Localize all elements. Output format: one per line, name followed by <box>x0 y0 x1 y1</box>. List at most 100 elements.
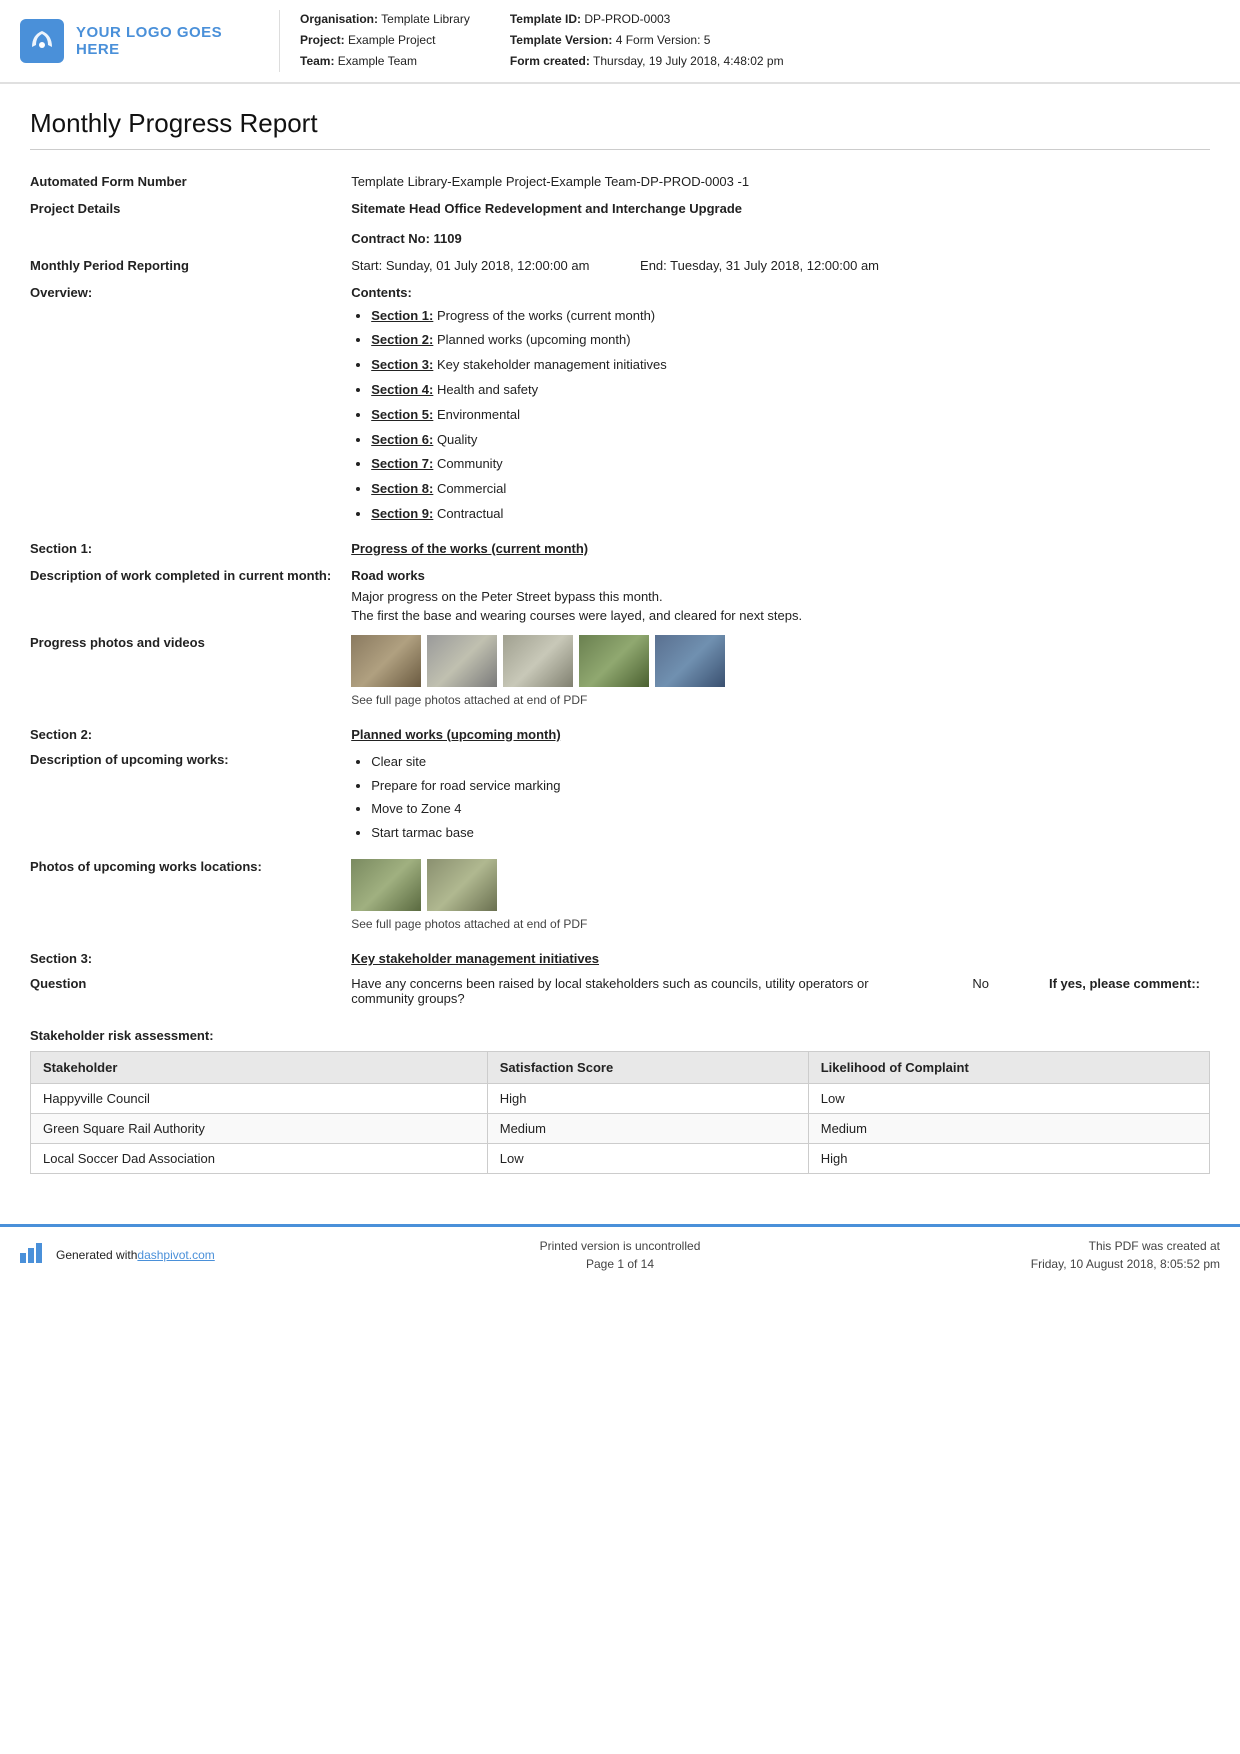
contents-item-9: Section 9: Contractual <box>371 504 1200 525</box>
template-id-label: Template ID: <box>510 12 581 26</box>
footer-left: Generated with dashpivot.com <box>20 1243 320 1266</box>
section6-link[interactable]: Section 6: <box>371 432 433 447</box>
project-details-label: Project Details <box>30 195 351 252</box>
contract-label: Contract No: <box>351 231 430 246</box>
upcoming-works-row: Description of upcoming works: Clear sit… <box>30 746 1210 853</box>
logo-icon <box>20 19 64 63</box>
contents-item-1-text: Progress of the works (current month) <box>433 308 655 323</box>
footer-logo-svg <box>20 1243 48 1263</box>
desc-work-title: Road works <box>351 568 1200 583</box>
stakeholder-tbody: Happyville Council High Low Green Square… <box>31 1083 1210 1173</box>
team-value: Example Team <box>338 54 417 68</box>
upcoming-photos-row: Photos of upcoming works locations: See … <box>30 853 1210 937</box>
contents-item-6-text: Quality <box>433 432 477 447</box>
footer-page: Page 1 of 14 <box>320 1255 920 1273</box>
monthly-period-label: Monthly Period Reporting <box>30 252 351 279</box>
template-id-value: DP-PROD-0003 <box>584 12 670 26</box>
stakeholder-col-3: Likelihood of Complaint <box>808 1051 1209 1083</box>
contents-item-3-text: Key stakeholder management initiatives <box>433 357 666 372</box>
stakeholder-risk-label: Stakeholder risk assessment: <box>30 1028 1210 1043</box>
section2-header-row: Section 2: Planned works (upcoming month… <box>30 713 1210 746</box>
section8-link[interactable]: Section 8: <box>371 481 433 496</box>
period-end: End: Tuesday, 31 July 2018, 12:00:00 am <box>640 258 879 273</box>
overview-cell: Contents: Section 1: Progress of the wor… <box>351 279 1210 535</box>
page-title: Monthly Progress Report <box>30 108 1210 150</box>
question-cell: Have any concerns been raised by local s… <box>351 970 1210 1012</box>
section3-header-row: Section 3: Key stakeholder management in… <box>30 937 1210 970</box>
contents-item-8-text: Commercial <box>433 481 506 496</box>
contents-item-6: Section 6: Quality <box>371 430 1200 451</box>
section1-title: Progress of the works (current month) <box>351 535 1210 562</box>
overview-row: Overview: Contents: Section 1: Progress … <box>30 279 1210 535</box>
form-number-value: Template Library-Example Project-Example… <box>351 168 1210 195</box>
header-col-right: Template ID: DP-PROD-0003 Template Versi… <box>510 10 784 72</box>
stakeholder-row1-col3: Low <box>808 1083 1209 1113</box>
org-value: Template Library <box>381 12 470 26</box>
header-meta: Organisation: Template Library Project: … <box>300 10 1220 72</box>
photo-thumb-2 <box>427 635 497 687</box>
project-details-row: Project Details Sitemate Head Office Red… <box>30 195 1210 252</box>
section7-link[interactable]: Section 7: <box>371 456 433 471</box>
photo-thumb-7 <box>427 859 497 911</box>
photo-caption-1: See full page photos attached at end of … <box>351 693 1200 707</box>
contents-item-1: Section 1: Progress of the works (curren… <box>371 306 1200 327</box>
stakeholder-row2-col1: Green Square Rail Authority <box>31 1113 488 1143</box>
logo-text: YOUR LOGO GOES HERE <box>76 24 259 58</box>
upcoming-photos-label: Photos of upcoming works locations: <box>30 853 351 937</box>
contents-item-5: Section 5: Environmental <box>371 405 1200 426</box>
footer-pdf-date: Friday, 10 August 2018, 8:05:52 pm <box>920 1255 1220 1273</box>
stakeholder-table: Stakeholder Satisfaction Score Likelihoo… <box>30 1051 1210 1174</box>
form-version-value: 5 <box>704 33 711 47</box>
contents-item-8: Section 8: Commercial <box>371 479 1200 500</box>
section1-header-row: Section 1: Progress of the works (curren… <box>30 535 1210 562</box>
section3-link[interactable]: Section 3: <box>371 357 433 372</box>
stakeholder-col-1: Stakeholder <box>31 1051 488 1083</box>
project-label: Project: <box>300 33 345 47</box>
footer-right: This PDF was created at Friday, 10 Augus… <box>920 1237 1220 1273</box>
photo-strip-2 <box>351 859 1200 911</box>
contents-item-9-text: Contractual <box>433 506 503 521</box>
upcoming-works-label: Description of upcoming works: <box>30 746 351 853</box>
stakeholder-row-1: Happyville Council High Low <box>31 1083 1210 1113</box>
stakeholder-row3-col1: Local Soccer Dad Association <box>31 1143 488 1173</box>
section2-link[interactable]: Section 2: <box>371 332 433 347</box>
stakeholder-row1-col2: High <box>487 1083 808 1113</box>
logo-svg <box>28 27 56 55</box>
section4-link[interactable]: Section 4: <box>371 382 433 397</box>
section2-label: Section 2: <box>30 713 351 746</box>
stakeholder-row2-col2: Medium <box>487 1113 808 1143</box>
desc-work-cell: Road works Major progress on the Peter S… <box>351 562 1210 629</box>
version-line: Template Version: 4 Form Version: 5 <box>510 31 784 50</box>
form-number-row: Automated Form Number Template Library-E… <box>30 168 1210 195</box>
section9-link[interactable]: Section 9: <box>371 506 433 521</box>
desc-work-row: Description of work completed in current… <box>30 562 1210 629</box>
section1-link[interactable]: Section 1: <box>371 308 433 323</box>
progress-photos-row: Progress photos and videos See full page… <box>30 629 1210 713</box>
page-footer: Generated with dashpivot.com Printed ver… <box>0 1224 1240 1283</box>
footer-center: Printed version is uncontrolled Page 1 o… <box>320 1237 920 1273</box>
project-line: Project: Example Project <box>300 31 470 50</box>
progress-photos-cell: See full page photos attached at end of … <box>351 629 1210 713</box>
contents-item-5-text: Environmental <box>433 407 520 422</box>
photo-strip-1 <box>351 635 1200 687</box>
logo-area: YOUR LOGO GOES HERE <box>20 10 280 72</box>
contents-item-2-text: Planned works (upcoming month) <box>433 332 630 347</box>
stakeholder-row-2: Green Square Rail Authority Medium Mediu… <box>31 1113 1210 1143</box>
main-content: Monthly Progress Report Automated Form N… <box>0 84 1240 1204</box>
section5-link[interactable]: Section 5: <box>371 407 433 422</box>
question-if-yes: If yes, please comment:: <box>1049 976 1200 991</box>
template-id-line: Template ID: DP-PROD-0003 <box>510 10 784 29</box>
stakeholder-col-2: Satisfaction Score <box>487 1051 808 1083</box>
section3-label: Section 3: <box>30 937 351 970</box>
stakeholder-row3-col3: High <box>808 1143 1209 1173</box>
contents-item-3: Section 3: Key stakeholder management in… <box>371 355 1200 376</box>
stakeholder-thead: Stakeholder Satisfaction Score Likelihoo… <box>31 1051 1210 1083</box>
upcoming-item-3: Move to Zone 4 <box>371 799 1200 820</box>
project-details-cell: Sitemate Head Office Redevelopment and I… <box>351 195 1210 252</box>
upcoming-item-4: Start tarmac base <box>371 823 1200 844</box>
contents-item-7: Section 7: Community <box>371 454 1200 475</box>
contents-list: Section 1: Progress of the works (curren… <box>351 306 1200 525</box>
stakeholder-row2-col3: Medium <box>808 1113 1209 1143</box>
footer-dashpivot-link[interactable]: dashpivot.com <box>137 1248 214 1262</box>
monthly-period-cell: Start: Sunday, 01 July 2018, 12:00:00 am… <box>351 252 1210 279</box>
